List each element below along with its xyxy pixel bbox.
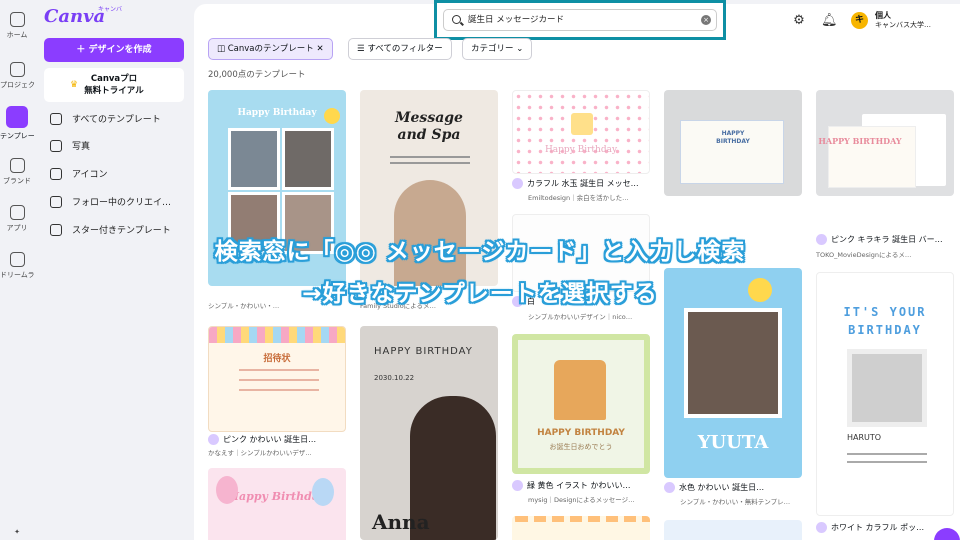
all-filters-button[interactable]: ☰ すべてのフィルター (348, 38, 452, 60)
create-design-button[interactable]: ＋ デザインを作成 (44, 38, 184, 62)
template-card[interactable] (664, 520, 802, 540)
result-count: 20,000点のテンプレート (208, 70, 306, 80)
avatar (512, 480, 523, 491)
bell-icon[interactable]: 🔔︎ (821, 14, 838, 28)
template-card[interactable]: Happy Birthday (208, 468, 346, 540)
search-input[interactable]: 誕生日 メッセージカード (443, 9, 717, 31)
rail-templates[interactable]: テンプレート (0, 106, 34, 141)
template-card[interactable]: HAPPY BIRTHDAY 2030.10.22 Anna (360, 326, 498, 540)
avatar (816, 522, 827, 533)
all-templates-icon (50, 112, 62, 125)
folder-icon (9, 62, 25, 77)
rail-home[interactable]: ホーム (0, 12, 34, 40)
nav-following-creators[interactable]: フォロー中のクリエイ… (50, 195, 190, 208)
template-card[interactable]: Happy Birthday (512, 90, 650, 174)
account-menu[interactable]: 個人 キャンバス大学… (875, 11, 931, 30)
nav-photos[interactable]: 写真 (50, 139, 190, 152)
template-card[interactable]: HAPPY BIRTHDAY お誕生日おめでとう (512, 334, 650, 474)
brand-icon (9, 158, 25, 173)
clear-icon[interactable]: × (701, 15, 711, 25)
apps-icon (9, 205, 25, 220)
category-dropdown[interactable]: カテゴリー ⌄ (462, 38, 533, 60)
sparkle-icon[interactable]: ✦ (0, 528, 34, 536)
filter-chip-canva-templates[interactable]: ◫ Canvaのテンプレート ✕ (208, 38, 333, 60)
side-panel: Canva キャンバ ＋ デザインを作成 ♛ Canvaプロ 無料トライアル す… (34, 0, 194, 540)
shapes-icon (50, 167, 62, 180)
close-icon[interactable]: ✕ (316, 44, 323, 54)
template-card[interactable]: IT'S YOUR BIRTHDAY HARUTO (816, 272, 954, 516)
crown-icon: ♛ (70, 80, 79, 90)
photo-icon (50, 139, 62, 152)
sliders-icon: ☰ (357, 44, 368, 54)
rail-apps[interactable]: アプリ (0, 205, 34, 233)
template-icon: ◫ (217, 44, 228, 54)
left-rail: ホーム プロジェクト テンプレート ブランド アプリ ドリームラボ ✦ (0, 0, 34, 540)
avatar (512, 178, 523, 189)
rail-brand[interactable]: ブランド (0, 158, 34, 186)
template-icon (6, 106, 28, 128)
instruction-overlay-line2: →好きなテンプレートを選択する (302, 281, 658, 307)
canva-logo[interactable]: Canva (44, 6, 105, 27)
nav-all-templates[interactable]: すべてのテンプレート (50, 112, 190, 125)
template-card[interactable] (512, 516, 650, 540)
home-icon (9, 12, 25, 27)
nav-icons[interactable]: アイコン (50, 167, 190, 180)
heart-icon (50, 195, 62, 208)
template-card[interactable]: 招待状 (208, 326, 346, 432)
avatar (664, 482, 675, 493)
instruction-overlay-line1: 検索窓に「◎◎ メッセージカード」と入力し検索 (214, 239, 746, 265)
template-card[interactable]: HAPPY BIRTHDAY (664, 90, 802, 196)
rail-projects[interactable]: プロジェクト (0, 62, 34, 90)
search-box-highlight: 誕生日 メッセージカード × (434, 0, 726, 40)
template-card[interactable]: HAPPY BIRTHDAY (816, 90, 954, 196)
avatar[interactable]: キ (851, 12, 868, 29)
avatar (208, 434, 219, 445)
gear-icon[interactable]: ⚙ (792, 14, 806, 28)
logo-subtitle: キャンバ (98, 6, 123, 13)
pro-trial-button[interactable]: ♛ Canvaプロ 無料トライアル (44, 68, 184, 102)
sun-icon (324, 108, 340, 124)
search-icon[interactable] (452, 15, 461, 24)
